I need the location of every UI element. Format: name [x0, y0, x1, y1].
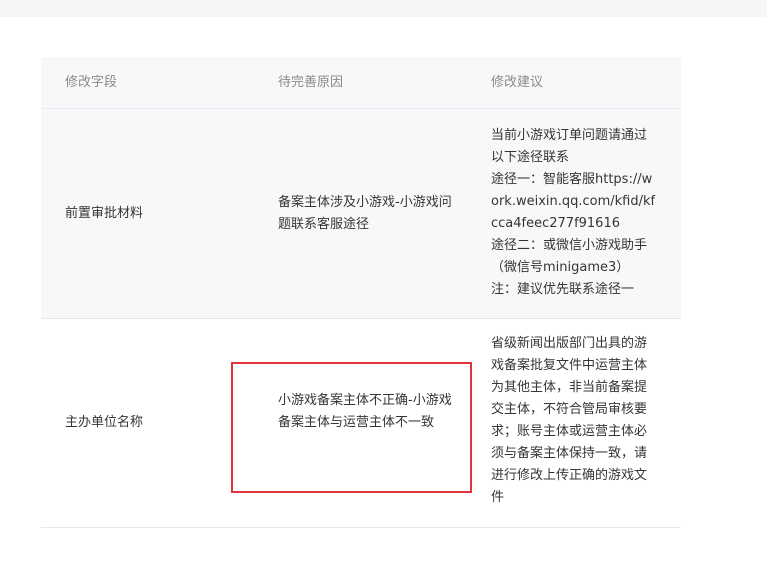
row-reason: 备案主体涉及小游戏-小游戏问题联系客服途径 — [278, 195, 452, 232]
table-header: 修改字段 待完善原因 修改建议 — [41, 57, 681, 109]
revision-table: 修改字段 待完善原因 修改建议 前置审批材料 备案主体涉及小游戏-小游戏问题联系… — [41, 57, 681, 528]
header-field: 修改字段 — [65, 75, 118, 90]
top-strip — [0, 0, 767, 17]
row-suggestion: 省级新闻出版部门出具的游戏备案批复文件中运营主体为其他主体，非当前备案提交主体，… — [491, 336, 648, 505]
row-field: 主办单位名称 — [65, 415, 144, 430]
row-reason: 小游戏备案主体不正确-小游戏备案主体与运营主体不一致 — [278, 393, 452, 430]
page: 修改字段 待完善原因 修改建议 前置审批材料 备案主体涉及小游戏-小游戏问题联系… — [0, 0, 767, 562]
row-suggestion: 当前小游戏订单问题请通过以下途径联系 途径一：智能客服https://work.… — [491, 128, 656, 297]
table-row: 主办单位名称 小游戏备案主体不正确-小游戏备案主体与运营主体不一致 省级新闻出版… — [41, 319, 681, 528]
header-reason: 待完善原因 — [278, 75, 344, 90]
header-suggestion: 修改建议 — [491, 75, 544, 90]
table-row: 前置审批材料 备案主体涉及小游戏-小游戏问题联系客服途径 当前小游戏订单问题请通… — [41, 109, 681, 319]
row-field: 前置审批材料 — [65, 206, 144, 221]
